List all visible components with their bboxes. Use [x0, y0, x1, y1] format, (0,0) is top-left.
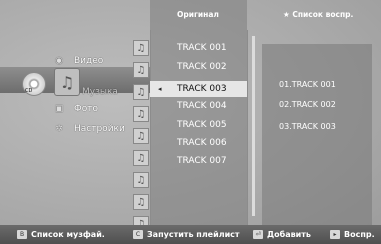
music-icon: ♫ [54, 68, 80, 96]
music-note-icon: ♫ [133, 40, 149, 56]
original-header: Оригинал [177, 10, 219, 19]
playlist-item[interactable]: 02.TRACK 002 [279, 100, 336, 109]
playlist-item[interactable]: 03.TRACK 003 [279, 122, 336, 131]
track-item[interactable]: TRACK 007 [177, 153, 227, 169]
photo-icon: ▣ [54, 104, 64, 114]
menu-item-music[interactable]: Музыка [80, 83, 118, 101]
add-button[interactable]: ⏎ Добавить [253, 225, 311, 244]
music-note-icon: ♫ [133, 106, 149, 122]
track-item[interactable]: TRACK 006 [177, 135, 227, 151]
menu-item-photo[interactable]: ▣ Фото [52, 100, 98, 118]
b-key-icon: B [17, 230, 27, 239]
music-note-icon: ♫ [133, 150, 149, 166]
start-playlist-button[interactable]: C Запустить плейлист [133, 225, 240, 244]
menu-item-settings[interactable]: ✲ Настройки [52, 120, 125, 138]
playlist-item[interactable]: 01.TRACK 001 [279, 80, 336, 89]
screen: ◉ Видео CD ♫ Музыка ▣ Фото ✲ Настройки ♫… [0, 0, 381, 244]
track-item[interactable]: TRACK 004 [177, 98, 227, 114]
track-item-selected[interactable]: ◂ TRACK 003 [150, 81, 247, 97]
music-note-icon: ♫ [133, 194, 149, 210]
settings-icon: ✲ [55, 124, 63, 134]
scrollbar[interactable] [252, 36, 255, 216]
music-note-icon: ♫ [133, 128, 149, 144]
music-note-icon: ♫ [133, 62, 149, 78]
music-note-icon: ♫ [133, 172, 149, 188]
selection-arrow-icon: ◂ [158, 85, 162, 93]
enter-key-icon: ⏎ [253, 230, 263, 239]
play-key-icon: ▸ [330, 230, 340, 239]
play-button[interactable]: ▸ Воспр. [330, 225, 375, 244]
playlist-header: ★ Список воспр. [283, 10, 354, 19]
music-list-button[interactable]: B Список музфай. [17, 225, 105, 244]
cd-label: CD [25, 88, 33, 94]
bottom-help-bar: B Список музфай. C Запустить плейлист ⏎ … [0, 225, 381, 244]
playlist-panel [262, 44, 372, 225]
track-item[interactable]: TRACK 002 [177, 59, 227, 75]
track-item[interactable]: TRACK 001 [177, 40, 227, 56]
video-icon: ◉ [55, 56, 63, 66]
music-note-icon: ♫ [133, 84, 149, 100]
column-divider [247, 30, 248, 225]
left-menu: ◉ Видео CD ♫ Музыка ▣ Фото ✲ Настройки [0, 0, 150, 225]
track-item[interactable]: TRACK 005 [177, 117, 227, 133]
track-icon-column: ♫ ♫ ♫ ♫ ♫ ♫ ♫ ♫ ♫ [131, 40, 150, 232]
column-divider [150, 30, 151, 225]
star-icon: ★ [283, 10, 290, 19]
c-key-icon: C [133, 230, 143, 239]
